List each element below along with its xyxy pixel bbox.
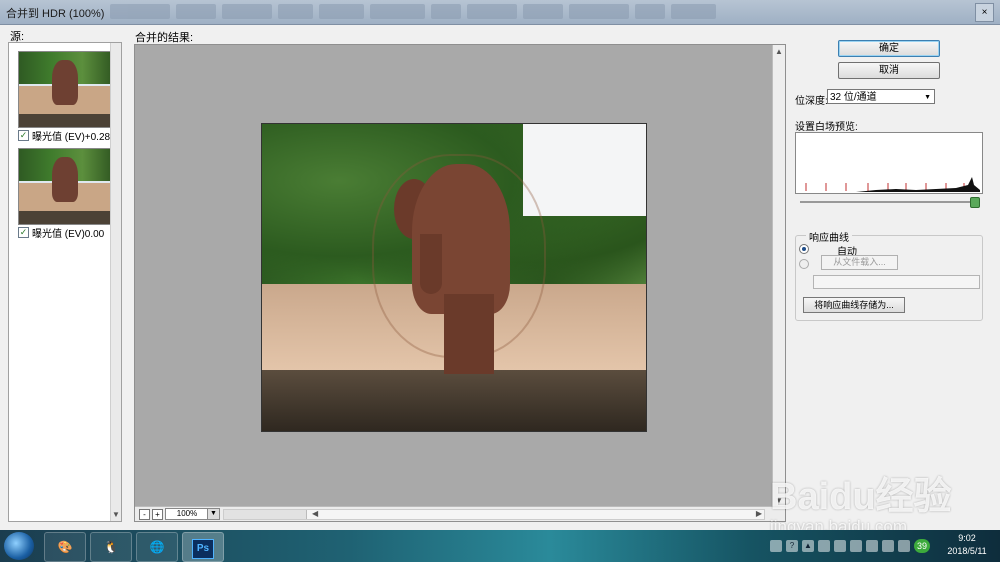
taskbar-paint[interactable]: 🎨 [44, 532, 86, 562]
cancel-button[interactable]: 取消 [838, 62, 940, 79]
chevron-down-icon: ▼ [924, 94, 931, 101]
save-response-curve-button[interactable]: 将响应曲线存储为... [803, 297, 905, 313]
start-button[interactable] [4, 532, 34, 560]
histogram-graph [805, 177, 980, 192]
hdr-preview-image [261, 123, 647, 432]
source-scrollbar[interactable]: ▼ [110, 43, 121, 521]
clock-date: 2018/5/11 [947, 546, 987, 556]
baidu-watermark: Baidu经验 jingyan.baidu.com [770, 455, 995, 540]
qq-icon: 🐧 [103, 540, 119, 554]
load-file-radio[interactable] [799, 259, 809, 269]
tray-help-icon[interactable]: ? [786, 540, 798, 552]
bit-depth-label: 位深度: [795, 96, 828, 107]
load-from-file-button[interactable]: 从文件载入... [821, 255, 898, 270]
zoom-input[interactable]: 100% [165, 508, 209, 520]
watermark-brand: Baidu经验 [770, 476, 952, 518]
tray-arrow-icon[interactable]: ▲ [802, 540, 814, 552]
white-point-slider[interactable] [800, 201, 976, 203]
bit-depth-select[interactable]: 32 位/通道 ▼ [827, 89, 935, 104]
close-icon: × [981, 7, 988, 18]
scroll-down-icon[interactable]: ▼ [112, 510, 120, 519]
tray-badge[interactable]: 39 [914, 539, 930, 553]
bit-depth-value: 32 位/通道 [830, 92, 877, 103]
exposure-label: 曝光值 (EV)+0.28 [32, 132, 111, 143]
zoom-in-button[interactable]: + [152, 509, 163, 520]
file-path-field[interactable] [813, 275, 980, 289]
tray-volume-icon[interactable] [882, 540, 894, 552]
preview-vertical-scrollbar[interactable]: ▲ ▼ [772, 45, 785, 507]
close-button[interactable]: × [975, 3, 994, 22]
title-bar: 合并到 HDR (100%) × [0, 0, 1000, 25]
exposure-label: 曝光值 (EV)0.00 [32, 229, 105, 240]
chevron-down-icon: ▼ [210, 510, 217, 517]
tray-input-icon[interactable] [898, 540, 910, 552]
tray-network-icon[interactable] [866, 540, 878, 552]
checkbox-icon[interactable]: ✓ [18, 227, 29, 238]
tray-keyboard-icon[interactable] [770, 540, 782, 552]
taskbar: 🎨 🐧 🌐 Ps ? ▲ 39 9:02 2018/5/11 [0, 530, 1000, 562]
taskbar-photoshop[interactable]: Ps [182, 532, 224, 562]
source-list: ✓ 曝光值 (EV)+0.28 ✓ 曝光值 (EV)0.00 ▼ [8, 42, 122, 522]
tray-security-icon[interactable] [834, 540, 846, 552]
background-toolbar [110, 4, 980, 19]
window-title: 合并到 HDR (100%) [6, 8, 105, 20]
result-label: 合并的结果: [135, 32, 194, 44]
scroll-thumb[interactable] [224, 510, 307, 519]
clock[interactable]: 9:02 2018/5/11 [938, 532, 996, 558]
scroll-left-icon[interactable]: ◀ [312, 509, 318, 518]
zoom-out-button[interactable]: - [139, 509, 150, 520]
result-preview: ▲ ▼ - + 100% ▼ ◀ ▶ [134, 44, 786, 522]
scroll-up-icon[interactable]: ▲ [775, 47, 783, 56]
clock-time: 9:02 [958, 533, 976, 543]
scroll-right-icon[interactable]: ▶ [756, 509, 762, 518]
source-thumbnail-1[interactable] [18, 51, 115, 128]
photoshop-icon: Ps [192, 539, 214, 559]
ok-button[interactable]: 确定 [838, 40, 940, 57]
white-point-label: 设置白场预览: [795, 122, 858, 133]
source-thumbnail-2[interactable] [18, 148, 115, 225]
zoom-dropdown-button[interactable]: ▼ [207, 508, 220, 520]
browser-icon: 🌐 [149, 540, 165, 554]
tray-app-icon[interactable] [818, 540, 830, 552]
elephant-image [52, 157, 78, 202]
source-item-1[interactable]: ✓ 曝光值 (EV)+0.28 [18, 128, 110, 143]
taskbar-qq[interactable]: 🐧 [90, 532, 132, 562]
response-curve-label: 响应曲线 [806, 229, 852, 244]
zoom-bar: - + 100% ▼ ◀ ▶ [135, 506, 785, 521]
system-tray: ? ▲ 39 [770, 534, 930, 558]
taskbar-browser[interactable]: 🌐 [136, 532, 178, 562]
white-point-slider-handle[interactable] [970, 197, 980, 208]
preview-horizontal-scrollbar[interactable]: ◀ ▶ [223, 509, 765, 520]
histogram [795, 132, 983, 194]
checkbox-icon[interactable]: ✓ [18, 130, 29, 141]
paint-icon: 🎨 [57, 540, 73, 554]
auto-radio[interactable] [799, 244, 809, 254]
tray-flag-icon[interactable] [850, 540, 862, 552]
source-item-2[interactable]: ✓ 曝光值 (EV)0.00 [18, 225, 104, 240]
elephant-image [52, 60, 78, 105]
